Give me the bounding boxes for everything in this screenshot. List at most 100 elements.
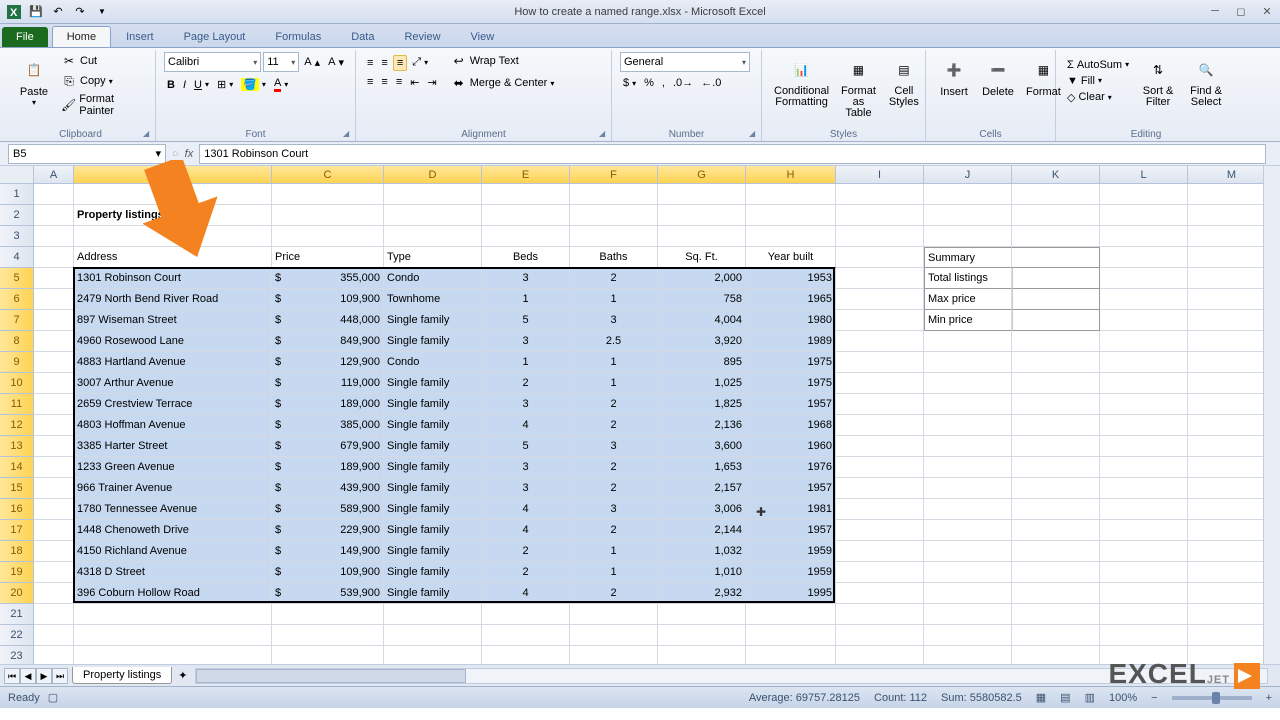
- cell[interactable]: $589,900: [272, 499, 384, 520]
- cell[interactable]: [34, 583, 74, 604]
- increase-decimal-button[interactable]: .0→: [670, 76, 696, 90]
- row-header[interactable]: 11: [0, 394, 34, 415]
- cell[interactable]: [1012, 478, 1100, 499]
- cell[interactable]: [1012, 373, 1100, 394]
- cell[interactable]: 1: [570, 541, 658, 562]
- cell[interactable]: [836, 625, 924, 646]
- cell[interactable]: [836, 478, 924, 499]
- row-header[interactable]: 8: [0, 331, 34, 352]
- cell[interactable]: [272, 184, 384, 205]
- cell[interactable]: 897 Wiseman Street: [74, 310, 272, 331]
- cell[interactable]: [482, 205, 570, 226]
- orientation-button[interactable]: ⤢▾: [409, 55, 431, 70]
- column-header[interactable]: L: [1100, 166, 1188, 184]
- cell[interactable]: [1012, 184, 1100, 205]
- cell[interactable]: [1012, 520, 1100, 541]
- cell[interactable]: [482, 184, 570, 205]
- cell[interactable]: [34, 331, 74, 352]
- cell[interactable]: [1100, 562, 1188, 583]
- row-header[interactable]: 2: [0, 205, 34, 226]
- cell[interactable]: [1100, 583, 1188, 604]
- cell[interactable]: [746, 604, 836, 625]
- cell[interactable]: 3: [570, 499, 658, 520]
- cell[interactable]: 2,000: [658, 268, 746, 289]
- fill-color-button[interactable]: 🪣▾: [238, 77, 269, 92]
- cell[interactable]: 1953: [746, 268, 836, 289]
- cell[interactable]: [34, 562, 74, 583]
- cell[interactable]: [1012, 562, 1100, 583]
- cell[interactable]: [924, 184, 1012, 205]
- align-center-button[interactable]: ≡: [378, 75, 390, 89]
- cell[interactable]: [924, 394, 1012, 415]
- cell[interactable]: Beds: [482, 247, 570, 268]
- cell[interactable]: [924, 415, 1012, 436]
- cut-button[interactable]: ✂Cut: [58, 52, 147, 70]
- cell[interactable]: [836, 394, 924, 415]
- cell[interactable]: [658, 205, 746, 226]
- cell[interactable]: [34, 247, 74, 268]
- cell[interactable]: [1100, 268, 1188, 289]
- cell[interactable]: 2.5: [570, 331, 658, 352]
- cell[interactable]: [482, 604, 570, 625]
- cell[interactable]: [482, 625, 570, 646]
- cell[interactable]: [34, 520, 74, 541]
- cell[interactable]: [34, 289, 74, 310]
- align-right-button[interactable]: ≡: [393, 75, 405, 89]
- cell[interactable]: 2,144: [658, 520, 746, 541]
- format-as-table-button[interactable]: ▦Format as Table: [837, 52, 880, 139]
- column-header[interactable]: D: [384, 166, 482, 184]
- cell[interactable]: [924, 436, 1012, 457]
- cell[interactable]: [1100, 310, 1188, 331]
- tab-view[interactable]: View: [456, 26, 510, 47]
- cell[interactable]: [74, 604, 272, 625]
- cell[interactable]: 1975: [746, 352, 836, 373]
- cell[interactable]: [74, 646, 272, 664]
- cell[interactable]: [1100, 205, 1188, 226]
- merge-center-button[interactable]: ⬌Merge & Center▾: [448, 74, 558, 92]
- cell[interactable]: [1012, 541, 1100, 562]
- cell[interactable]: 1: [482, 289, 570, 310]
- clipboard-launcher[interactable]: ◢: [143, 129, 153, 139]
- tab-insert[interactable]: Insert: [111, 26, 169, 47]
- zoom-slider[interactable]: [1172, 696, 1252, 700]
- bold-button[interactable]: B: [164, 78, 178, 92]
- cell[interactable]: [746, 625, 836, 646]
- cell[interactable]: 2: [570, 583, 658, 604]
- row-header[interactable]: 4: [0, 247, 34, 268]
- cell[interactable]: Single family: [384, 394, 482, 415]
- cell[interactable]: [384, 646, 482, 664]
- row-header[interactable]: 15: [0, 478, 34, 499]
- close-icon[interactable]: ✕: [1258, 5, 1276, 18]
- tab-file[interactable]: File: [2, 27, 48, 47]
- cell[interactable]: [1188, 331, 1263, 352]
- cell[interactable]: 1959: [746, 562, 836, 583]
- cell[interactable]: Single family: [384, 415, 482, 436]
- cell[interactable]: Townhome: [384, 289, 482, 310]
- cell[interactable]: [34, 478, 74, 499]
- italic-button[interactable]: I: [180, 78, 189, 92]
- font-launcher[interactable]: ◢: [343, 129, 353, 139]
- cell[interactable]: 1957: [746, 394, 836, 415]
- cell[interactable]: 3: [482, 394, 570, 415]
- grid[interactable]: ABCDEFGHIJKLM 12345678910111213141516171…: [0, 166, 1263, 664]
- cell[interactable]: 2: [482, 373, 570, 394]
- cell[interactable]: [1188, 226, 1263, 247]
- cell[interactable]: [1012, 247, 1100, 268]
- cell[interactable]: [1188, 499, 1263, 520]
- cell[interactable]: 2: [482, 541, 570, 562]
- column-header[interactable]: H: [746, 166, 836, 184]
- cell[interactable]: [1188, 394, 1263, 415]
- cell[interactable]: [1188, 478, 1263, 499]
- number-format-combo[interactable]: General▾: [620, 52, 750, 72]
- cell[interactable]: [34, 625, 74, 646]
- cell[interactable]: [836, 499, 924, 520]
- cell[interactable]: [1100, 499, 1188, 520]
- increase-indent-button[interactable]: ⇥: [424, 75, 439, 90]
- cell[interactable]: [836, 373, 924, 394]
- cell[interactable]: 3: [482, 478, 570, 499]
- cell[interactable]: [482, 226, 570, 247]
- cell[interactable]: [272, 205, 384, 226]
- cell[interactable]: [1100, 247, 1188, 268]
- cell[interactable]: 1968: [746, 415, 836, 436]
- cell[interactable]: [1100, 625, 1188, 646]
